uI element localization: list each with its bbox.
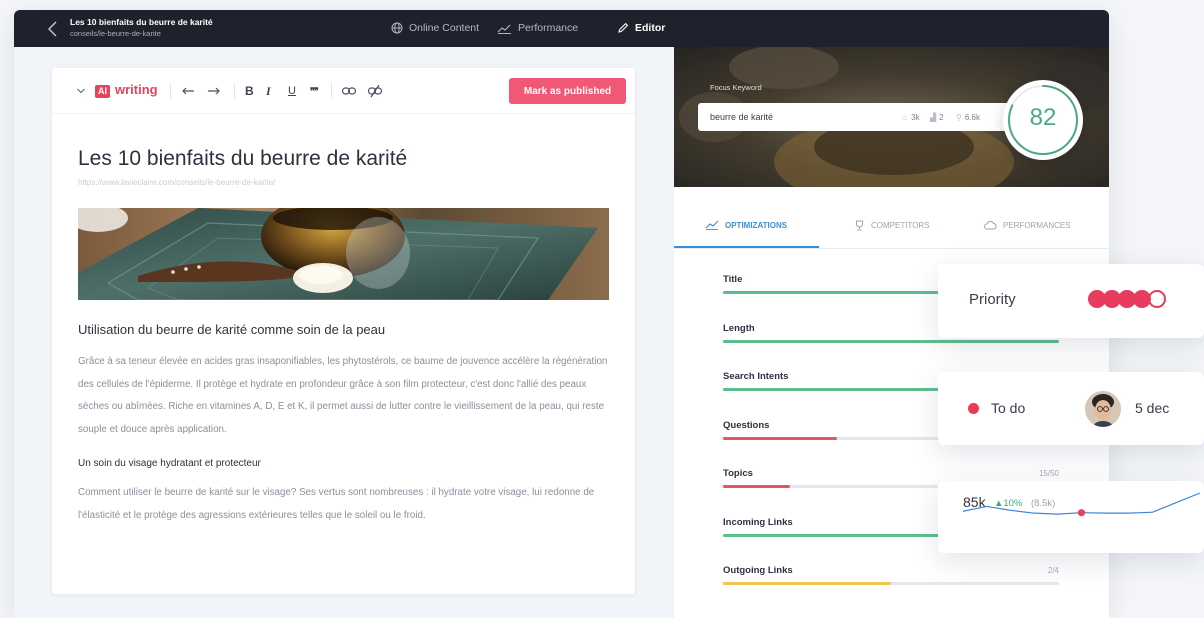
- toolbar-divider: [170, 83, 171, 99]
- metric-score: 2/4: [1047, 566, 1059, 575]
- article-paragraph-2[interactable]: Comment utiliser le beurre de karité sur…: [78, 482, 613, 527]
- toolbar-divider: [234, 83, 235, 99]
- stat-value: 2: [939, 113, 944, 122]
- redo-icon[interactable]: [206, 83, 222, 99]
- metric-name[interactable]: Outgoing Links: [723, 565, 793, 576]
- tab-label: COMPETITORS: [871, 221, 930, 230]
- search-icon: ⚲: [956, 113, 962, 122]
- stat-value: 6.6k: [964, 113, 980, 122]
- unlink-icon[interactable]: [367, 83, 383, 99]
- tab-performances[interactable]: PERFORMANCES: [984, 220, 1071, 230]
- metric-progress-bar: [723, 339, 1059, 343]
- task-due-date: 5 dec: [1135, 400, 1170, 416]
- nav-performance[interactable]: Performance: [497, 22, 578, 34]
- metric-name[interactable]: Incoming Links: [723, 517, 793, 528]
- keyword-results-stat: ⚲ 6.6k: [956, 113, 980, 122]
- chevron-down-icon[interactable]: [76, 83, 86, 99]
- ai-writing-label[interactable]: writing: [115, 82, 158, 97]
- task-card: To do 5 dec: [938, 372, 1204, 445]
- article-title[interactable]: Les 10 bienfaits du beurre de karité: [78, 147, 407, 171]
- cloud-icon: [984, 221, 997, 230]
- article-hero-image: [78, 208, 609, 300]
- metric-progress-fill: [723, 582, 891, 585]
- priority-card: Priority: [938, 264, 1204, 338]
- metric-name[interactable]: Title: [723, 274, 742, 285]
- tab-label: PERFORMANCES: [1003, 220, 1071, 230]
- seo-score-badge: 82: [1003, 80, 1083, 160]
- metric-score: 15/50: [1038, 469, 1059, 478]
- metric-name[interactable]: Questions: [723, 420, 769, 431]
- article-url: https://www.lavieclaire.com/conseils/le-…: [78, 178, 276, 187]
- top-bar: Les 10 bienfaits du beurre de karité con…: [14, 10, 1109, 47]
- priority-label: Priority: [969, 291, 1016, 308]
- traffic-card: 85k ▲10% (8.5k): [938, 481, 1204, 553]
- mark-as-published-button[interactable]: Mark as published: [509, 78, 626, 104]
- avatar[interactable]: [1085, 391, 1121, 427]
- underline-button[interactable]: U: [288, 83, 296, 99]
- fire-icon: ♨: [901, 113, 909, 122]
- optimization-tabs: OPTIMIZATIONS COMPETITORS PERFORMANCES: [674, 210, 1109, 249]
- trend-up-icon: [705, 220, 719, 230]
- keyword-volume-stat: ♨ 3k: [901, 113, 920, 122]
- focus-keyword-value[interactable]: beurre de karité: [710, 112, 773, 122]
- stat-value: 3k: [911, 113, 920, 122]
- priority-dot[interactable]: [1088, 290, 1106, 308]
- tab-label: OPTIMIZATIONS: [725, 220, 788, 230]
- bold-button[interactable]: B: [245, 83, 254, 99]
- status-dot: [968, 403, 979, 414]
- bar-chart-icon: ▟: [930, 113, 937, 122]
- metric-name[interactable]: Length: [723, 323, 755, 334]
- metric-progress-fill: [723, 339, 1059, 343]
- document-title: Les 10 bienfaits du beurre de karité: [70, 17, 213, 27]
- article-heading-2[interactable]: Utilisation du beurre de karité comme so…: [78, 322, 385, 337]
- italic-button[interactable]: I: [266, 83, 271, 99]
- link-icon[interactable]: [341, 83, 357, 99]
- editor-toolbar: AI writing B I U ❞❞ Mark as published: [52, 68, 635, 114]
- metric-progress-bar: [723, 582, 1059, 585]
- nav-online-content[interactable]: Online Content: [391, 22, 479, 34]
- document-slug: conseils/le-beurre-de-karite: [70, 29, 161, 38]
- focus-keyword-label: Focus Keyword: [710, 83, 762, 92]
- metric-name[interactable]: Search Intents: [723, 371, 788, 382]
- nav-label: Editor: [635, 22, 666, 34]
- metric-progress-fill: [723, 436, 838, 440]
- metric-progress-fill: [723, 485, 791, 488]
- active-tab-indicator: [674, 246, 819, 248]
- sparkline-highlight-point[interactable]: [1077, 509, 1086, 517]
- seo-score-value: 82: [1029, 104, 1057, 131]
- article-paragraph-1[interactable]: Grâce à sa teneur élevée en acides gras …: [78, 351, 613, 441]
- pencil-icon: [618, 22, 629, 33]
- editor-panel: AI writing B I U ❞❞ Mark as published Le…: [52, 68, 635, 594]
- globe-icon: [391, 22, 403, 34]
- undo-icon[interactable]: [180, 83, 196, 99]
- ai-badge[interactable]: AI: [95, 85, 110, 98]
- keyword-difficulty-stat: ▟ 2: [930, 113, 944, 122]
- tab-optimizations[interactable]: OPTIMIZATIONS: [705, 220, 787, 230]
- trophy-icon: [856, 220, 863, 231]
- nav-label: Online Content: [409, 22, 480, 34]
- back-arrow-icon[interactable]: [46, 20, 60, 38]
- tab-competitors[interactable]: COMPETITORS: [854, 220, 930, 231]
- traffic-sparkline: [962, 492, 1201, 517]
- priority-rating[interactable]: [1088, 290, 1166, 308]
- quote-button[interactable]: ❞❞: [310, 83, 319, 99]
- task-status[interactable]: To do: [991, 400, 1025, 416]
- trend-up-icon: [497, 24, 511, 34]
- toolbar-divider: [331, 83, 332, 99]
- article-heading-3[interactable]: Un soin du visage hydratant et protecteu…: [78, 458, 261, 469]
- metric-name[interactable]: Topics: [723, 468, 753, 479]
- nav-editor[interactable]: Editor: [617, 22, 665, 34]
- nav-label: Performance: [518, 22, 579, 34]
